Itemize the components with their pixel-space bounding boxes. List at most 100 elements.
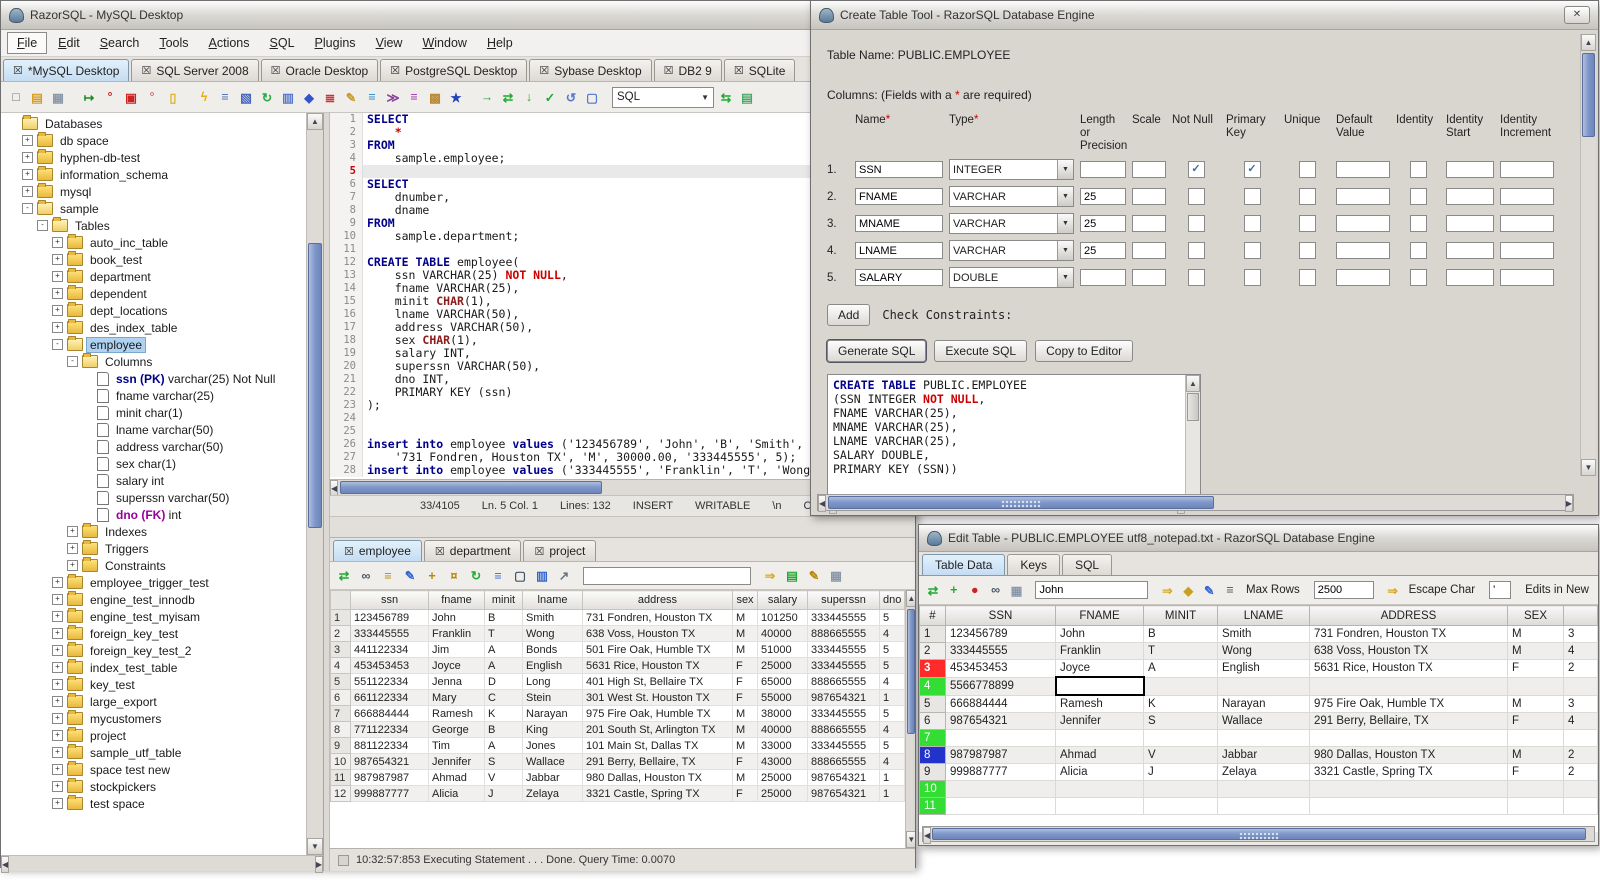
- column-header[interactable]: fname: [428, 590, 485, 610]
- cell[interactable]: S: [1143, 712, 1218, 730]
- cell[interactable]: 43000: [757, 753, 808, 770]
- connection-tab[interactable]: ☒ *MySQL Desktop: [3, 59, 130, 81]
- cell[interactable]: 25000: [757, 785, 808, 802]
- cell[interactable]: B: [484, 609, 523, 626]
- cell[interactable]: Jones: [522, 737, 583, 754]
- connection-tab[interactable]: ☒ DB2 9: [653, 59, 722, 81]
- table-row[interactable]: 9 881122334 Tim A Jones 101 Main St, Dallas T…: [330, 737, 906, 754]
- tree-item[interactable]: lname varchar(50): [1, 421, 306, 438]
- cell[interactable]: [1507, 729, 1564, 747]
- find-in-file-icon[interactable]: ▧: [237, 88, 255, 106]
- identity-start-input[interactable]: [1446, 242, 1494, 259]
- connection-tab[interactable]: ☒ SQLite: [723, 59, 796, 81]
- column-header[interactable]: sex: [732, 590, 758, 610]
- refresh-rows-icon[interactable]: ⇄: [925, 581, 941, 599]
- scroll-down-icon[interactable]: ▼: [906, 831, 915, 848]
- cell[interactable]: 2: [1563, 746, 1598, 764]
- scroll-down-icon[interactable]: ▼: [307, 838, 323, 855]
- sql-mode-combo[interactable]: SQL ▼: [612, 86, 714, 108]
- cell[interactable]: Jabbar: [1217, 746, 1310, 764]
- cell[interactable]: Tim: [428, 737, 485, 754]
- multi-execute-icon[interactable]: ⇆: [717, 88, 735, 106]
- tab-close-icon[interactable]: ☒: [13, 64, 23, 77]
- tree-toggle-icon[interactable]: -: [67, 356, 78, 367]
- cell[interactable]: [1563, 676, 1598, 696]
- cell[interactable]: Wong: [1217, 642, 1310, 660]
- cell[interactable]: B: [484, 721, 523, 738]
- tree-item[interactable]: + Constraints: [1, 557, 306, 574]
- cell[interactable]: 980 Dallas, Houston TX: [1309, 746, 1508, 764]
- cell[interactable]: 201 South St, Arlington TX: [582, 721, 733, 738]
- not-null-checkbox[interactable]: [1187, 269, 1205, 286]
- edit-notepad-icon[interactable]: ✎: [805, 567, 823, 585]
- column-header[interactable]: #: [919, 605, 946, 626]
- validate-icon[interactable]: ✓: [541, 88, 559, 106]
- tree-item[interactable]: - Columns: [1, 353, 306, 370]
- scale-input[interactable]: [1132, 269, 1166, 286]
- cell[interactable]: John: [428, 609, 485, 626]
- generate-sql-button[interactable]: Generate SQL: [825, 339, 928, 363]
- table-row[interactable]: 2 333445555 Franklin T Wong 638 Voss, Houston…: [330, 625, 906, 642]
- tree-item[interactable]: + project: [1, 727, 306, 744]
- tab-table-data[interactable]: Table Data: [922, 554, 1006, 575]
- cell[interactable]: 987987987: [350, 769, 429, 786]
- tree-item[interactable]: + foreign_key_test_2: [1, 642, 306, 659]
- tree-item[interactable]: + department: [1, 268, 306, 285]
- menu-item-search[interactable]: Search: [91, 33, 149, 53]
- cell[interactable]: Ahmad: [1055, 746, 1144, 764]
- cell[interactable]: Ramesh: [1055, 694, 1144, 713]
- column-name-input[interactable]: [855, 215, 943, 232]
- escape-char-input[interactable]: [1489, 581, 1512, 599]
- not-null-checkbox[interactable]: [1187, 215, 1205, 232]
- tab-close-icon[interactable]: ☒: [390, 64, 400, 77]
- tree-item[interactable]: - sample: [1, 200, 306, 217]
- table-row[interactable]: 8 771122334 George B King 201 South St, Arlin…: [330, 721, 906, 738]
- cell[interactable]: Jennifer: [1055, 712, 1144, 730]
- window-vertical-scrollbar[interactable]: ▲ ▼: [1580, 34, 1596, 476]
- cell[interactable]: 5631 Rice, Houston TX: [582, 657, 733, 674]
- results-tab[interactable]: ☒ employee: [333, 540, 422, 561]
- cell[interactable]: 453453453: [945, 659, 1056, 678]
- primary-key-checkbox[interactable]: [1243, 242, 1261, 259]
- cell[interactable]: 987987987: [945, 746, 1056, 764]
- edit-horizontal-scrollbar[interactable]: ◀: [922, 826, 1595, 844]
- menu-item-view[interactable]: View: [367, 33, 412, 53]
- column-name-input[interactable]: [855, 188, 943, 205]
- save-edits-icon[interactable]: ▦: [1009, 581, 1025, 599]
- cell[interactable]: [1055, 729, 1144, 747]
- cell[interactable]: John: [1055, 625, 1144, 643]
- cell[interactable]: George: [428, 721, 485, 738]
- tree-toggle-icon[interactable]: +: [22, 135, 33, 146]
- db-columns-icon[interactable]: ≣: [321, 88, 339, 106]
- tree-toggle-icon[interactable]: +: [22, 186, 33, 197]
- tree-toggle-icon[interactable]: -: [37, 220, 48, 231]
- export-sheet-icon[interactable]: ▤: [783, 567, 801, 585]
- cell[interactable]: [1507, 797, 1564, 815]
- menu-item-tools[interactable]: Tools: [150, 33, 197, 53]
- cell[interactable]: 55000: [757, 689, 808, 706]
- cell[interactable]: [945, 780, 1056, 798]
- cell[interactable]: Wong: [522, 625, 583, 642]
- cell[interactable]: 638 Voss, Houston TX: [582, 625, 733, 642]
- tree-horizontal-scrollbar[interactable]: ◀ ▶: [1, 855, 323, 873]
- cell[interactable]: 666884444: [350, 705, 429, 722]
- run-statement-icon[interactable]: →: [478, 88, 496, 106]
- cell[interactable]: 1: [878, 769, 906, 786]
- cell[interactable]: F: [1507, 659, 1564, 678]
- tree-item[interactable]: + index_test_table: [1, 659, 306, 676]
- cell[interactable]: King: [522, 721, 583, 738]
- cell[interactable]: 123456789: [945, 625, 1056, 643]
- cell[interactable]: Smith: [522, 609, 583, 626]
- cell[interactable]: [1563, 797, 1598, 815]
- cell[interactable]: M: [1507, 642, 1564, 660]
- cell[interactable]: K: [1143, 694, 1218, 713]
- cell[interactable]: 123456789: [350, 609, 429, 626]
- editor-results-splitter[interactable]: [330, 516, 915, 538]
- cell[interactable]: 987654321: [350, 753, 429, 770]
- table-row[interactable]: 1 123456789 John B Smith 731 Fondren, Houston…: [330, 609, 906, 626]
- scroll-up-icon[interactable]: ▲: [307, 113, 323, 130]
- cell[interactable]: 731 Fondren, Houston TX: [1309, 625, 1508, 643]
- column-header[interactable]: dno: [878, 590, 906, 610]
- tree-item[interactable]: address varchar(50): [1, 438, 306, 455]
- column-header[interactable]: superssn: [807, 590, 880, 610]
